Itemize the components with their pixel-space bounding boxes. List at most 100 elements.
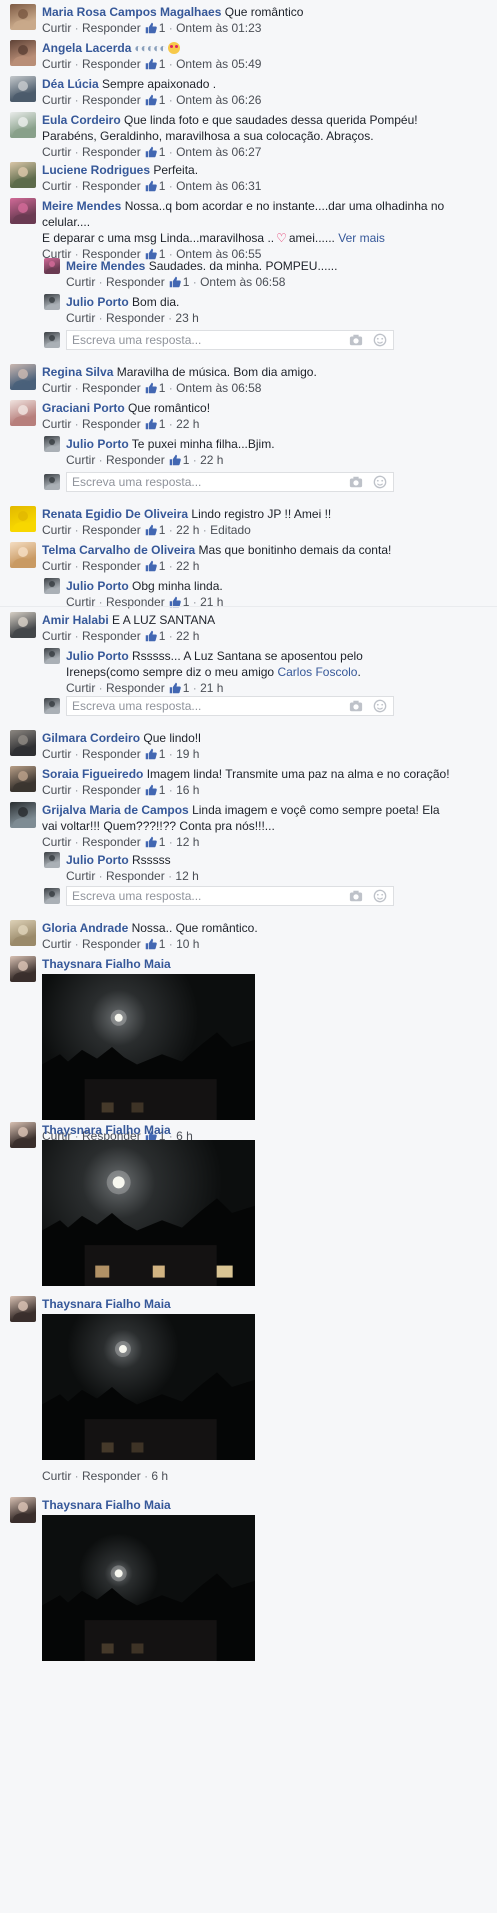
avatar[interactable] [10,1497,36,1523]
like-link[interactable]: Curtir [42,523,71,537]
commenter-name[interactable]: Maria Rosa Campos Magalhaes [42,5,221,19]
avatar[interactable] [10,4,36,30]
commenter-name[interactable]: Meire Mendes [42,199,121,213]
commenter-name[interactable]: Gloria Andrade [42,921,128,935]
camera-icon[interactable] [349,889,363,908]
like-count[interactable]: 1 [159,523,166,537]
like-count[interactable]: 1 [159,783,166,797]
like-link[interactable]: Curtir [42,179,71,193]
avatar[interactable] [10,112,36,138]
avatar[interactable] [10,542,36,568]
reply-input[interactable]: Escreva uma resposta... [66,330,394,350]
reply-link[interactable]: Responder [82,381,141,395]
timestamp[interactable]: 21 h [200,681,223,695]
comment-photo[interactable] [42,1515,255,1661]
commenter-name[interactable]: Telma Carvalho de Oliveira [42,543,195,557]
like-icon[interactable] [145,524,157,540]
timestamp[interactable]: 22 h [176,417,199,431]
like-count[interactable]: 1 [159,381,166,395]
like-count[interactable]: 1 [159,21,166,35]
like-link[interactable]: Curtir [42,783,71,797]
avatar[interactable] [44,294,60,310]
like-link[interactable]: Curtir [42,145,71,159]
commenter-name[interactable]: Grijalva Maria de Campos [42,803,189,817]
like-icon[interactable] [145,784,157,800]
like-link[interactable]: Curtir [66,869,95,883]
commenter-name[interactable]: Julio Porto [66,853,129,867]
avatar[interactable] [10,364,36,390]
reply-link[interactable]: Responder [106,681,165,695]
commenter-name[interactable]: Angela Lacerda [42,41,131,55]
reply-link[interactable]: Responder [82,783,141,797]
reply-link[interactable]: Responder [82,417,141,431]
like-icon[interactable] [145,938,157,954]
reply-link[interactable]: Responder [82,93,141,107]
like-link[interactable]: Curtir [66,311,95,325]
commenter-name[interactable]: Thaysnara Fialho Maia [42,1498,171,1512]
like-link[interactable]: Curtir [66,275,95,289]
avatar[interactable] [10,400,36,426]
commenter-name[interactable]: Julio Porto [66,579,129,593]
timestamp[interactable]: 22 h [176,559,199,573]
like-count[interactable]: 1 [159,835,166,849]
avatar[interactable] [44,648,60,664]
commenter-name[interactable]: Soraia Figueiredo [42,767,143,781]
like-icon[interactable] [169,454,181,470]
commenter-name[interactable]: Julio Porto [66,295,129,309]
like-count[interactable]: 1 [183,453,190,467]
reply-input[interactable]: Escreva uma resposta... [66,696,394,716]
like-count[interactable]: 1 [183,681,190,695]
timestamp[interactable]: Ontem às 06:58 [200,275,285,289]
camera-icon[interactable] [349,699,363,718]
commenter-name[interactable]: Thaysnara Fialho Maia [42,957,171,971]
like-link[interactable]: Curtir [66,453,95,467]
comment-photo[interactable] [42,974,255,1120]
reply-link[interactable]: Responder [106,311,165,325]
like-link[interactable]: Curtir [42,629,71,643]
like-link[interactable]: Curtir [42,93,71,107]
like-count[interactable]: 1 [159,937,166,951]
like-icon[interactable] [145,180,157,196]
like-icon[interactable] [145,748,157,764]
avatar[interactable] [10,76,36,102]
like-count[interactable]: 1 [159,747,166,761]
like-icon[interactable] [145,94,157,110]
like-count[interactable]: 1 [159,559,166,573]
like-icon[interactable] [169,276,181,292]
like-link[interactable]: Curtir [42,417,71,431]
like-icon[interactable] [145,418,157,434]
emoji-icon[interactable] [373,699,387,718]
avatar[interactable] [10,1122,36,1148]
timestamp[interactable]: Ontem às 01:23 [176,21,261,35]
commenter-name[interactable]: Eula Cordeiro [42,113,121,127]
avatar[interactable] [44,852,60,868]
see-more-link[interactable]: Ver mais [338,231,385,245]
avatar[interactable] [10,40,36,66]
like-link[interactable]: Curtir [42,747,71,761]
comment-photo[interactable] [42,1314,255,1460]
emoji-icon[interactable] [373,889,387,908]
mentioned-user-link[interactable]: Carlos Foscolo [277,665,357,679]
avatar[interactable] [44,258,60,274]
reply-link[interactable]: Responder [82,57,141,71]
like-icon[interactable] [145,58,157,74]
commenter-name[interactable]: Renata Egidio De Oliveira [42,507,188,521]
reply-link[interactable]: Responder [82,523,141,537]
avatar[interactable] [10,162,36,188]
avatar[interactable] [44,436,60,452]
like-link[interactable]: Curtir [42,937,71,951]
reply-link[interactable]: Responder [82,145,141,159]
commenter-name[interactable]: Julio Porto [66,649,129,663]
commenter-name[interactable]: Graciani Porto [42,401,125,415]
like-icon[interactable] [145,146,157,162]
camera-icon[interactable] [349,475,363,494]
like-link[interactable]: Curtir [42,835,71,849]
commenter-name[interactable]: Julio Porto [66,437,129,451]
emoji-icon[interactable] [373,333,387,352]
timestamp[interactable]: 12 h [175,869,198,883]
timestamp[interactable]: 22 h [176,523,199,537]
timestamp[interactable]: 6 h [151,1469,168,1483]
commenter-name[interactable]: Regina Silva [42,365,113,379]
like-count[interactable]: 1 [159,57,166,71]
avatar[interactable] [10,506,36,532]
